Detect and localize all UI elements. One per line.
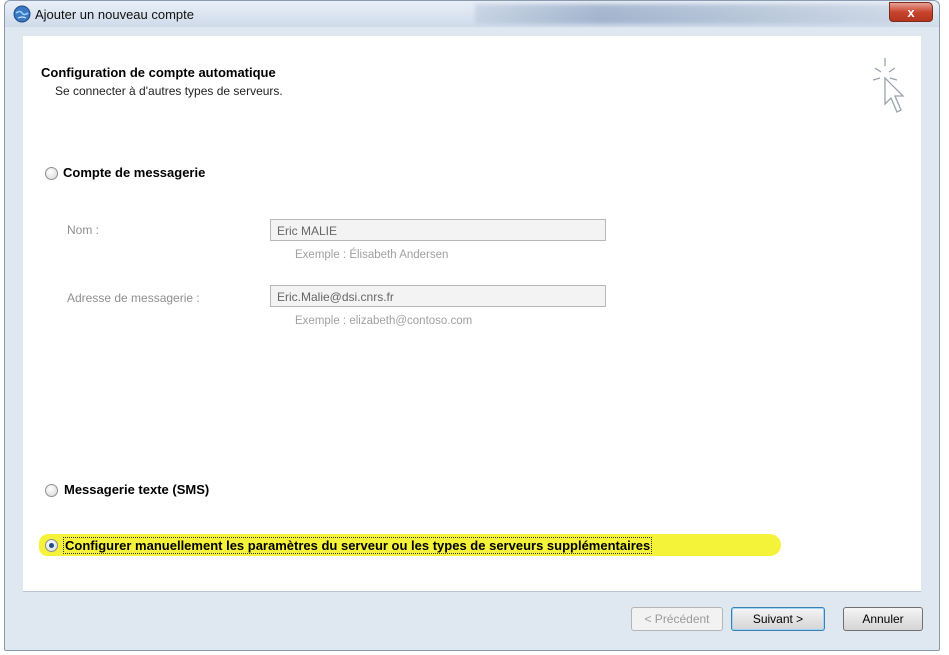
outlook-globe-icon xyxy=(13,5,31,23)
close-icon: x xyxy=(907,5,915,20)
email-example: Exemple : elizabeth@contoso.com xyxy=(295,315,473,327)
name-field[interactable]: Eric MALIE xyxy=(270,219,606,241)
radio-email-account[interactable] xyxy=(45,167,58,180)
email-field[interactable]: Eric.Malie@dsi.cnrs.fr xyxy=(270,285,606,307)
email-field-label: Adresse de messagerie : xyxy=(67,291,200,305)
blank-area-center xyxy=(253,334,828,502)
title-bar-blurred-area xyxy=(475,4,895,24)
close-button[interactable]: x xyxy=(889,2,933,22)
email-account-label[interactable]: Compte de messagerie xyxy=(63,165,205,180)
cursor-sparkle-icon xyxy=(872,58,905,113)
previous-button[interactable]: < Précédent xyxy=(631,607,723,631)
sms-label[interactable]: Messagerie texte (SMS) xyxy=(64,482,209,497)
radio-manual-config[interactable] xyxy=(45,539,58,552)
dialog-window: Ajouter un nouveau compte x Configuratio… xyxy=(4,0,940,651)
name-example: Exemple : Élisabeth Andersen xyxy=(295,249,449,261)
header-title: Configuration de compte automatique xyxy=(41,65,276,80)
wizard-content: Compte de messagerie Nom : Eric MALIE Ex… xyxy=(23,124,921,591)
window-title: Ajouter un nouveau compte xyxy=(35,7,194,22)
radio-sms[interactable] xyxy=(45,484,58,497)
next-button[interactable]: Suivant > xyxy=(731,607,825,631)
cancel-button[interactable]: Annuler xyxy=(843,607,923,631)
footer-separator xyxy=(23,591,921,592)
title-bar[interactable]: Ajouter un nouveau compte x xyxy=(5,1,939,27)
manual-config-label[interactable]: Configurer manuellement les paramètres d… xyxy=(63,537,653,554)
name-field-label: Nom : xyxy=(67,223,100,237)
header-subtitle: Se connecter à d'autres types de serveur… xyxy=(55,84,283,98)
wizard-header: Configuration de compte automatique Se c… xyxy=(23,36,921,125)
